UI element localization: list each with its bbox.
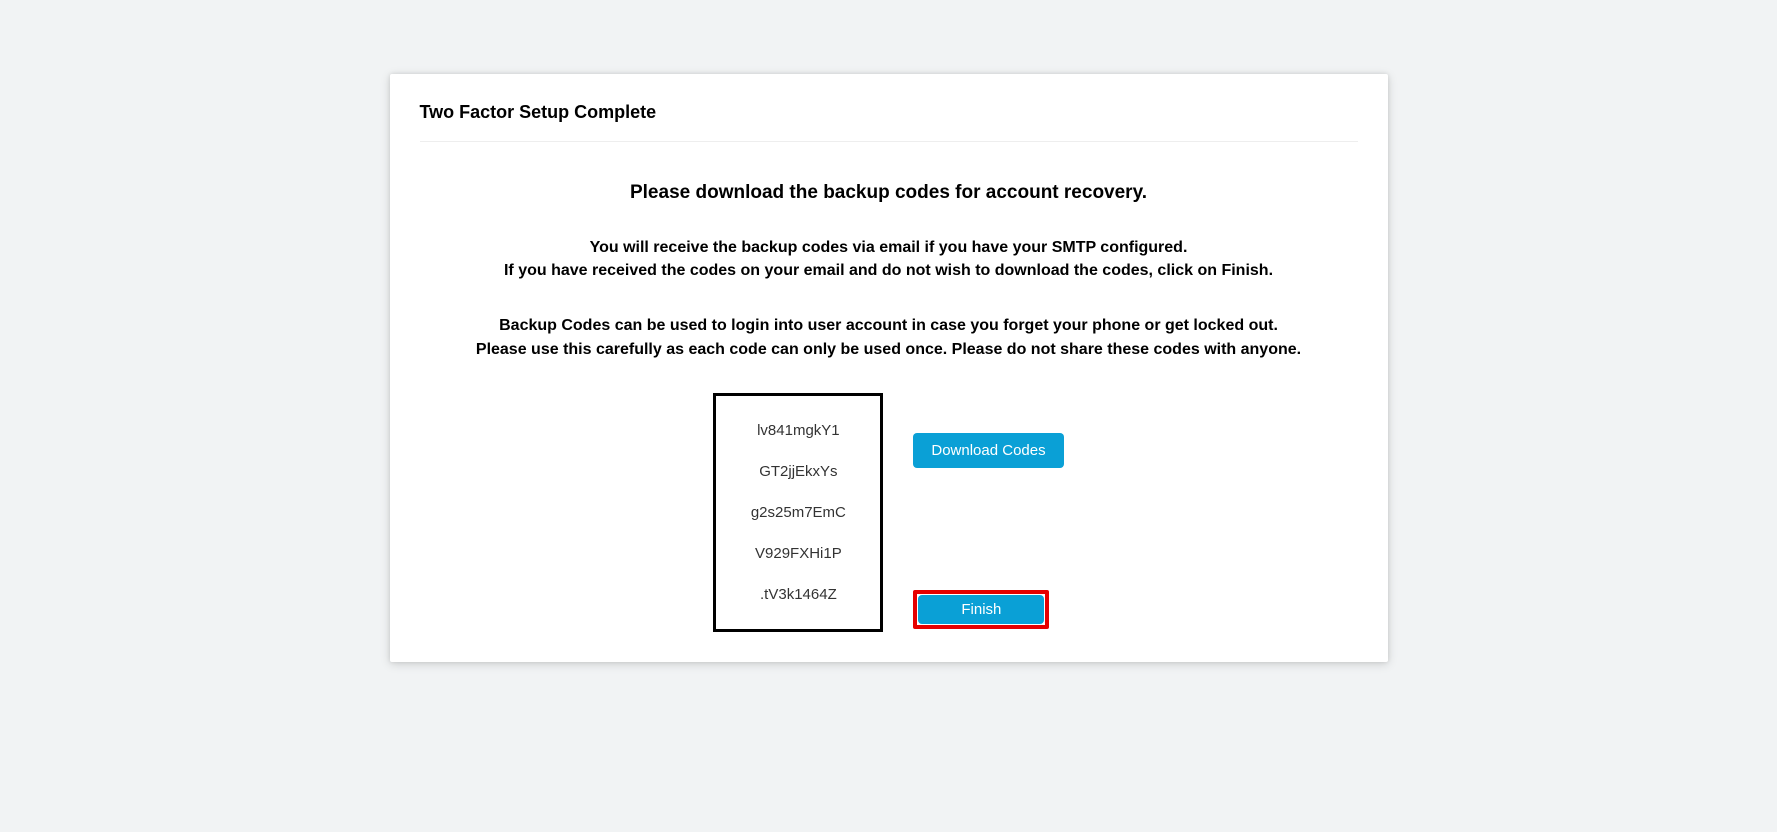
instructions-section: Please download the backup codes for acc… — [420, 182, 1358, 361]
instruction-block-2: Backup Codes can be used to login into u… — [420, 314, 1358, 360]
instruction-line-3: Backup Codes can be used to login into u… — [420, 314, 1358, 337]
codes-and-buttons-row: lv841mgkY1 GT2jjEkxYs g2s25m7EmC V929FXH… — [420, 393, 1358, 632]
backup-code: g2s25m7EmC — [726, 504, 870, 521]
card-title: Two Factor Setup Complete — [420, 102, 1358, 142]
backup-code: .tV3k1464Z — [726, 586, 870, 603]
download-codes-button[interactable]: Download Codes — [913, 433, 1063, 468]
backup-code: lv841mgkY1 — [726, 422, 870, 439]
instruction-block-1: You will receive the backup codes via em… — [420, 236, 1358, 282]
instruction-line-2: If you have received the codes on your e… — [420, 259, 1358, 282]
buttons-column: Download Codes Finish — [913, 393, 1063, 629]
backup-code: V929FXHi1P — [726, 545, 870, 562]
two-factor-complete-card: Two Factor Setup Complete Please downloa… — [390, 74, 1388, 662]
finish-button[interactable]: Finish — [918, 595, 1044, 624]
finish-button-highlight: Finish — [913, 590, 1049, 629]
backup-codes-box: lv841mgkY1 GT2jjEkxYs g2s25m7EmC V929FXH… — [713, 393, 883, 632]
instruction-heading: Please download the backup codes for acc… — [420, 182, 1358, 204]
instruction-line-4: Please use this carefully as each code c… — [420, 338, 1358, 361]
instruction-line-1: You will receive the backup codes via em… — [420, 236, 1358, 259]
backup-code: GT2jjEkxYs — [726, 463, 870, 480]
